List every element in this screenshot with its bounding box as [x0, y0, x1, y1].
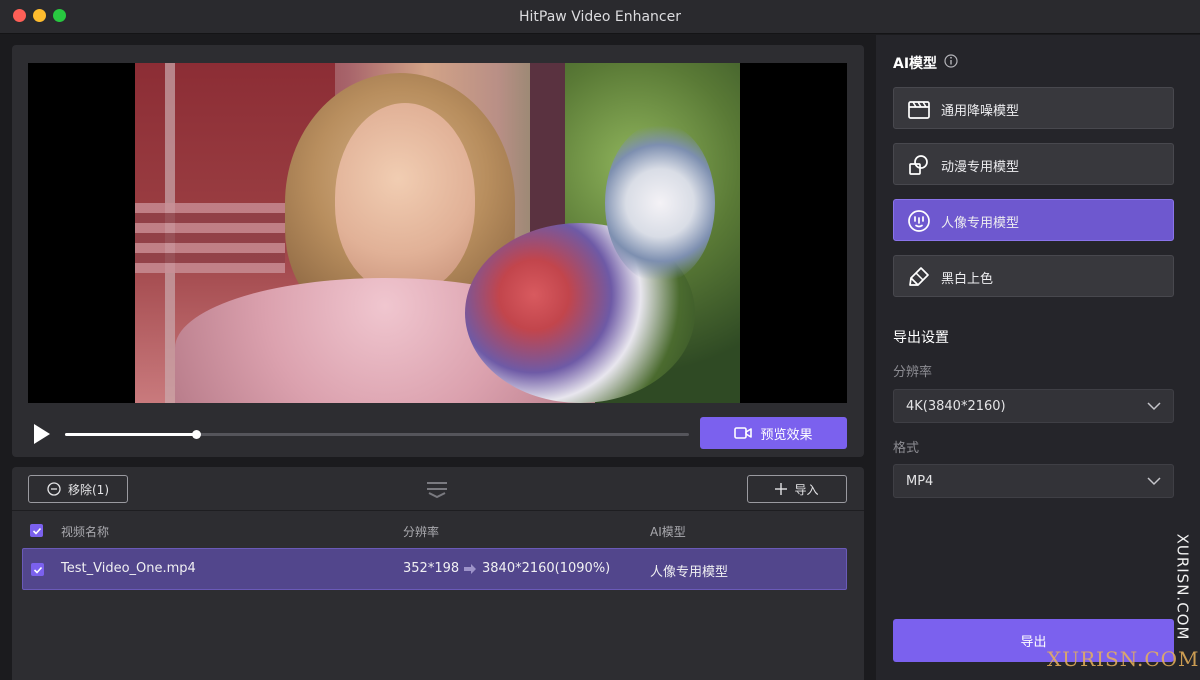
portrait-face-icon: [908, 210, 930, 232]
minus-circle-icon: [47, 482, 61, 496]
row-target-resolution: 3840*2160(1090%): [482, 561, 611, 576]
format-label: 格式: [893, 441, 920, 456]
preview-panel: 预览效果: [12, 45, 864, 457]
model-colorize-button[interactable]: 黑白上色: [893, 255, 1174, 297]
model-general-denoise-button[interactable]: 通用降噪模型: [893, 87, 1174, 129]
preview-effect-label: 预览效果: [760, 427, 813, 443]
select-all-checkbox[interactable]: [30, 524, 43, 537]
check-icon: [33, 566, 42, 574]
video-list-panel: 移除(1) 导入 视频名称 分辨率 AI模型 Test_Video_One.mp…: [12, 467, 864, 680]
row-source-resolution: 352*198: [403, 561, 460, 576]
remove-button[interactable]: 移除(1): [28, 475, 128, 503]
collapse-handle-icon[interactable]: [425, 479, 449, 499]
window-title: HitPaw Video Enhancer: [519, 9, 681, 25]
format-select[interactable]: MP4: [893, 464, 1174, 498]
check-icon: [32, 527, 41, 535]
progress-handle[interactable]: [192, 430, 202, 439]
model-anime-button[interactable]: 动漫专用模型: [893, 143, 1174, 185]
playback-progress-bar[interactable]: [65, 430, 689, 439]
model-portrait-label: 人像专用模型: [941, 216, 1020, 231]
video-camera-icon: [734, 427, 753, 439]
resolution-value: 4K(3840*2160): [906, 399, 1006, 414]
export-settings-title: 导出设置: [893, 330, 949, 346]
clapperboard-icon: [908, 101, 930, 119]
play-button[interactable]: [32, 423, 52, 445]
settings-sidebar: AI模型 通用降噪模型 动漫专用模型 人像专用模型 黑白上色 导出设置 分辨率 …: [876, 35, 1200, 680]
model-general-denoise-label: 通用降噪模型: [941, 104, 1020, 119]
row-file-name: Test_Video_One.mp4: [61, 561, 196, 576]
info-icon[interactable]: [944, 54, 958, 68]
video-frame: [135, 63, 740, 403]
preview-effect-button[interactable]: 预览效果: [700, 417, 847, 449]
model-portrait-button[interactable]: 人像专用模型: [893, 199, 1174, 241]
arrow-right-icon: [464, 564, 476, 574]
remove-label: 移除(1): [68, 482, 109, 497]
resolution-label: 分辨率: [893, 365, 933, 380]
resolution-select[interactable]: 4K(3840*2160): [893, 389, 1174, 423]
model-colorize-label: 黑白上色: [941, 272, 994, 287]
paint-eraser-icon: [909, 267, 929, 286]
export-label: 导出: [1020, 635, 1047, 650]
column-header-model[interactable]: AI模型: [650, 523, 686, 540]
title-bar: HitPaw Video Enhancer: [0, 0, 1200, 34]
column-header-name[interactable]: 视频名称: [61, 523, 109, 540]
row-model: 人像专用模型: [650, 565, 729, 580]
video-preview[interactable]: [28, 63, 847, 403]
model-anime-label: 动漫专用模型: [941, 160, 1020, 175]
plus-icon: [775, 483, 788, 495]
anime-shapes-icon: [909, 155, 928, 175]
table-header: 视频名称 分辨率 AI模型: [12, 512, 864, 548]
watermark-horizontal: XURISN.COM: [1047, 647, 1200, 671]
watermark-vertical: XURISN.COM: [1173, 533, 1191, 641]
import-label: 导入: [794, 482, 819, 497]
ai-model-title: AI模型: [893, 56, 938, 72]
list-toolbar: 移除(1) 导入: [12, 467, 864, 511]
column-header-resolution[interactable]: 分辨率: [403, 523, 439, 540]
progress-fill: [65, 433, 197, 436]
row-checkbox[interactable]: [31, 563, 44, 576]
table-row[interactable]: Test_Video_One.mp4 352*198 3840*2160(109…: [22, 548, 847, 590]
import-button[interactable]: 导入: [747, 475, 847, 503]
chevron-down-icon: [1147, 402, 1161, 411]
chevron-down-icon: [1147, 477, 1161, 486]
play-icon: [34, 424, 50, 444]
format-value: MP4: [906, 474, 934, 489]
